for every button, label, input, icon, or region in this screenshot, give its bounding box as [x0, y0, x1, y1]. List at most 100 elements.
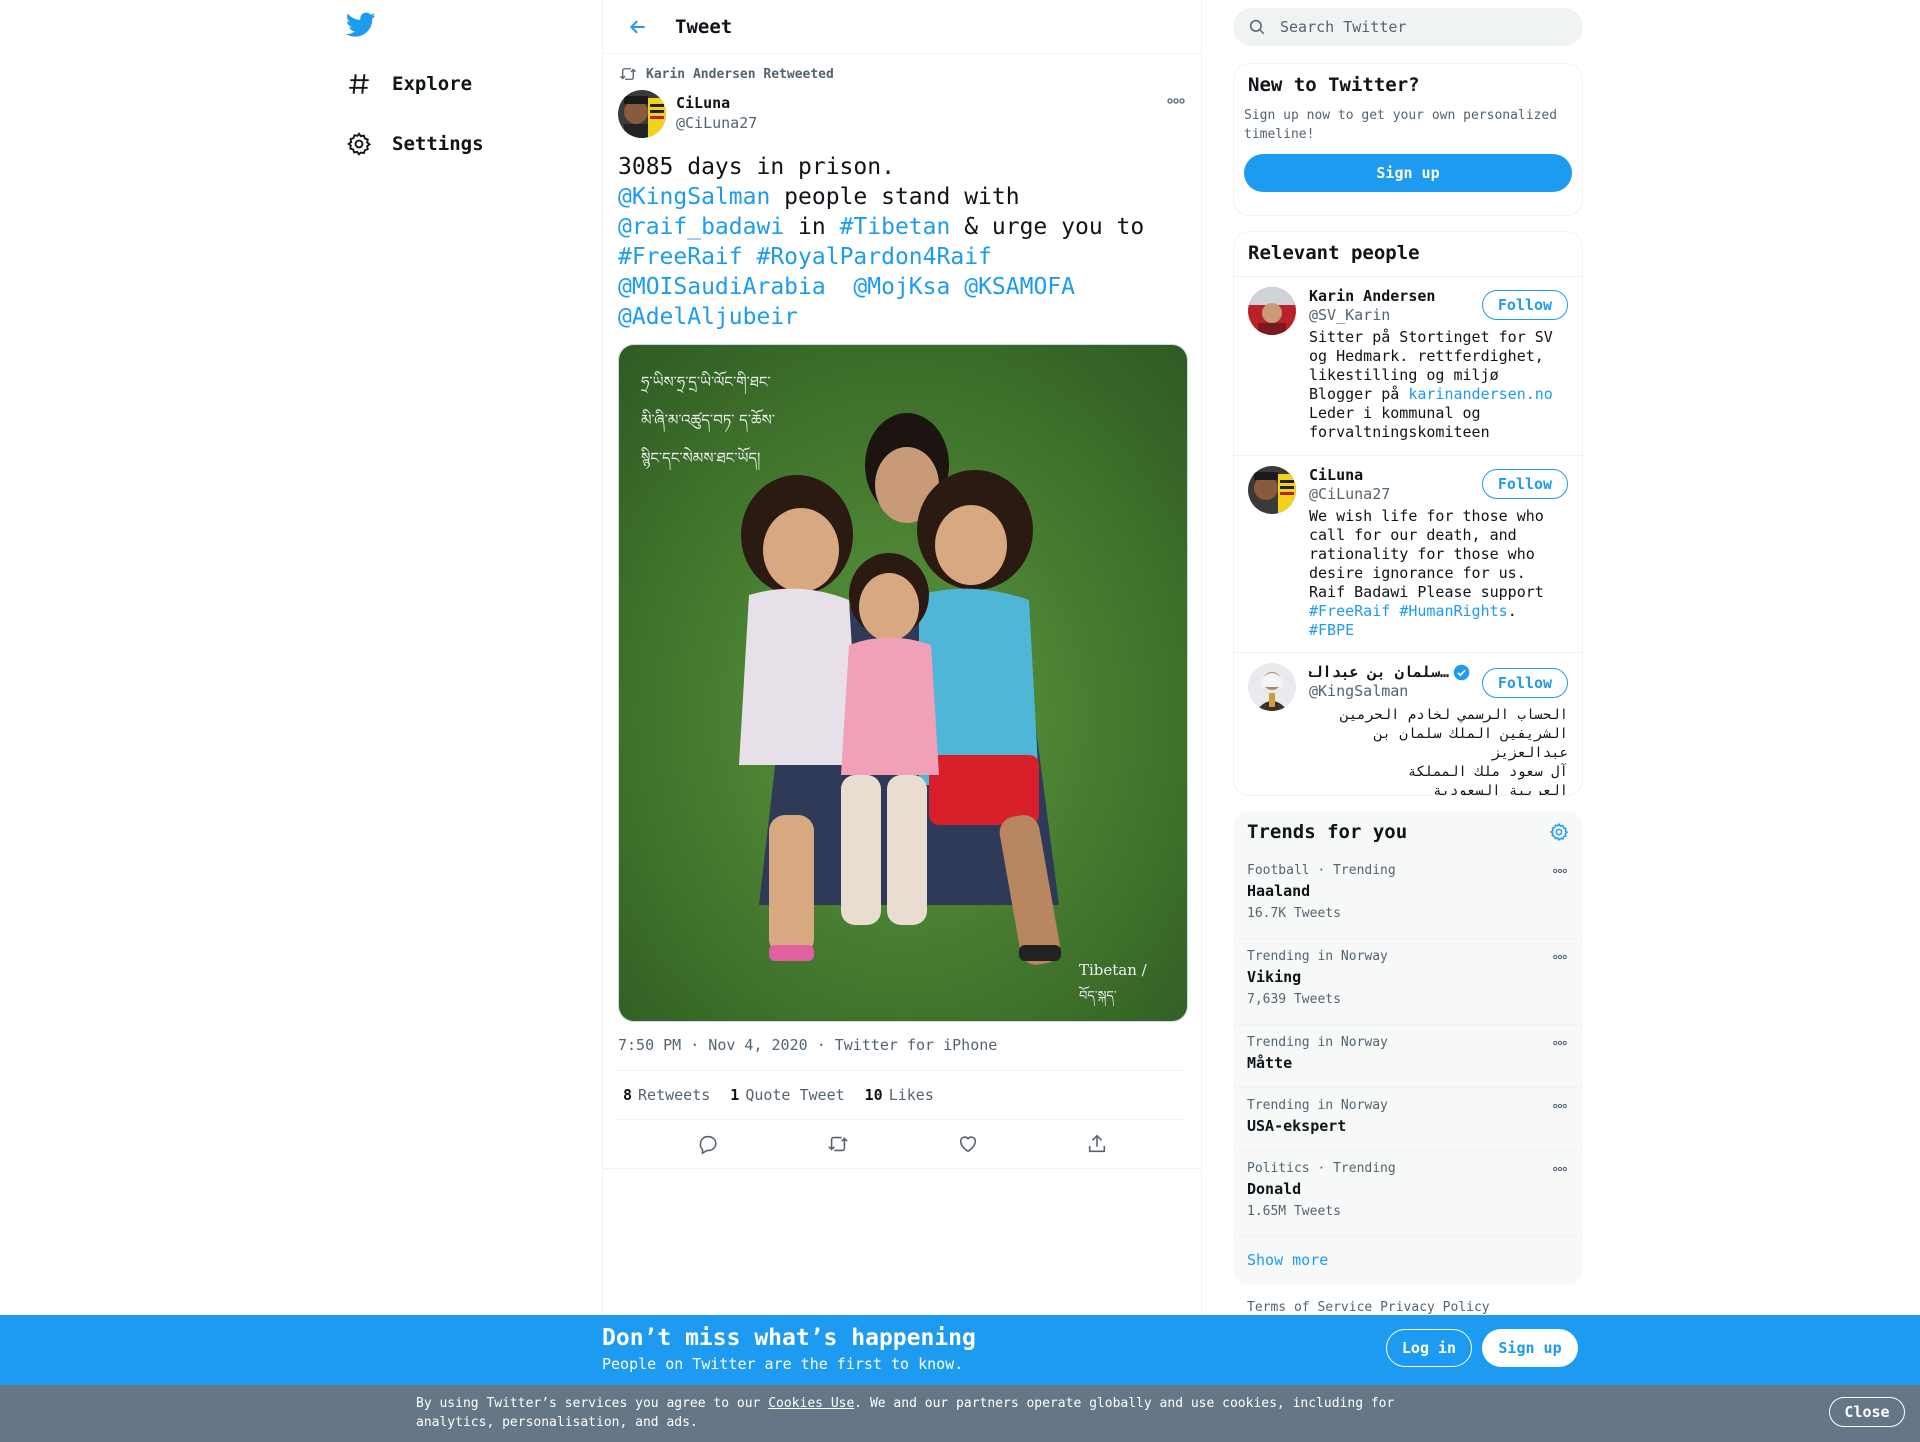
cookies-use-link[interactable]: Cookies Use: [768, 1396, 854, 1411]
tweet-link[interactable]: @KSAMOFA: [964, 274, 1075, 300]
tweet-source[interactable]: Twitter for iPhone: [835, 1036, 998, 1054]
person-card[interactable]: …سلمان بن عبدالعزيز @KingSalman الحساب ا…: [1234, 653, 1582, 796]
search-icon: [1248, 18, 1266, 36]
cookie-banner: By using Twitter’s services you agree to…: [0, 1385, 1920, 1442]
tweet-text: [950, 274, 964, 300]
tweet-timestamp[interactable]: 7:50 PM · Nov 4, 2020: [618, 1036, 808, 1054]
more-dots-icon[interactable]: [1551, 953, 1569, 961]
person-bio: We wish life for those who call for our …: [1309, 507, 1568, 640]
reply-icon[interactable]: [697, 1133, 719, 1155]
avatar[interactable]: [1248, 466, 1296, 514]
share-icon[interactable]: [1086, 1133, 1108, 1155]
retweet-context: Karin Andersen Retweeted: [618, 64, 1186, 84]
quote-tweets-stat[interactable]: 1 Quote Tweet: [730, 1086, 844, 1104]
search-bar[interactable]: [1233, 8, 1583, 46]
avatar[interactable]: [618, 90, 666, 138]
tweet-link[interactable]: #RoyalPardon4Raif: [756, 244, 991, 270]
person-name-text[interactable]: …سلمان بن عبدالعزيز: [1309, 663, 1449, 681]
follow-button[interactable]: Follow: [1482, 290, 1568, 320]
tweet-link[interactable]: #Tibetan: [840, 214, 951, 240]
avatar[interactable]: [1248, 663, 1296, 711]
like-heart-icon[interactable]: [957, 1133, 979, 1155]
signup-button[interactable]: Sign up: [1482, 1329, 1578, 1367]
tweet-link[interactable]: @MojKsa: [853, 274, 950, 300]
tweet-photo[interactable]: ཧྲ་ཡིས་ཧྲ་དྲ་ཡི་ལོང་གི་ཐང་ མི་ཞི་མ་འཚུད་…: [618, 344, 1188, 1022]
relevant-people-card: Relevant people Karin Andersen @SV_Karin…: [1233, 231, 1583, 796]
trends-settings-gear-icon[interactable]: [1549, 822, 1569, 842]
nav-settings-label: Settings: [392, 133, 484, 155]
tweet-link[interactable]: @AdelAljubeir: [618, 304, 798, 330]
image-watermark-1: Tibetan /: [1079, 961, 1148, 979]
new-to-twitter-card: New to Twitter? Sign up now to get your …: [1233, 63, 1583, 216]
trend-item[interactable]: Trending in Norway USA-ekspert: [1233, 1088, 1583, 1151]
cookie-close-button[interactable]: Close: [1829, 1397, 1905, 1427]
bio-text: [1390, 602, 1399, 620]
bio-link[interactable]: #FreeRaif: [1309, 602, 1390, 620]
more-options-button[interactable]: [1166, 96, 1186, 106]
trend-context: Trending in Norway: [1247, 949, 1388, 964]
trend-item[interactable]: Trending in Norway Måtte: [1233, 1025, 1583, 1088]
tweet-text: 3085 days in prison. @KingSalman people …: [618, 152, 1186, 332]
trend-name: Viking: [1247, 968, 1302, 986]
follow-button[interactable]: Follow: [1482, 668, 1568, 698]
search-input[interactable]: [1278, 17, 1562, 37]
person-bio: Sitter på Stortinget for SV og Hedmark. …: [1309, 328, 1568, 442]
relevant-people-title: Relevant people: [1234, 232, 1582, 277]
more-dots-icon[interactable]: [1551, 1039, 1569, 1047]
retweeted-by-label[interactable]: Karin Andersen Retweeted: [646, 67, 834, 82]
terms-link[interactable]: Terms of Service: [1247, 1300, 1372, 1315]
trend-context: Politics · Trending: [1247, 1161, 1396, 1176]
new-to-twitter-desc: Sign up now to get your own personalized…: [1244, 108, 1558, 142]
twitter-logo-icon[interactable]: [346, 12, 376, 38]
retweets-stat[interactable]: 8 Retweets: [623, 1086, 710, 1104]
avatar[interactable]: [1248, 287, 1296, 335]
more-dots-icon[interactable]: [1551, 867, 1569, 875]
tweet-link[interactable]: @KingSalman: [618, 184, 770, 210]
show-more-link[interactable]: Show more: [1233, 1237, 1583, 1283]
trends-card: Trends for you Football · Trending Haalan…: [1233, 811, 1583, 1285]
follow-button[interactable]: Follow: [1482, 469, 1568, 499]
main-header: Tweet: [603, 0, 1201, 54]
retweet-icon: [618, 65, 638, 83]
person-card[interactable]: CiLuna @CiLuna27 We wish life for those …: [1234, 456, 1582, 653]
nav-settings[interactable]: Settings: [346, 124, 484, 164]
nav-explore[interactable]: Explore: [346, 64, 472, 104]
tweet-link[interactable]: #FreeRaif: [618, 244, 743, 270]
back-arrow-icon: [629, 19, 645, 34]
trend-item[interactable]: Politics · Trending Donald 1.65M Tweets: [1233, 1151, 1583, 1237]
trend-name: Donald: [1247, 1180, 1302, 1198]
bio-line: العربية السعودية: [1433, 783, 1568, 796]
bio-line: آل سعود ملك المملكة: [1407, 764, 1568, 780]
trend-count: 16.7K Tweets: [1247, 906, 1341, 921]
tweet-author: CiLuna @CiLuna27: [618, 90, 1186, 138]
more-dots-icon[interactable]: [1551, 1165, 1569, 1173]
bio-link[interactable]: #HumanRights: [1399, 602, 1507, 620]
person-card[interactable]: Karin Andersen @SV_Karin Sitter på Stort…: [1234, 277, 1582, 456]
login-button[interactable]: Log in: [1386, 1329, 1472, 1367]
more-dots-icon[interactable]: [1551, 1102, 1569, 1110]
sidebar-signup-button[interactable]: Sign up: [1244, 154, 1572, 192]
back-button[interactable]: [623, 12, 653, 42]
tweet-text: [743, 244, 757, 270]
cookie-text-before: By using Twitter’s services you agree to…: [416, 1396, 769, 1411]
trend-context: Trending in Norway: [1247, 1098, 1388, 1113]
bio-link[interactable]: #FBPE: [1309, 621, 1354, 639]
page-title: Tweet: [675, 15, 733, 38]
trend-name: Haaland: [1247, 882, 1311, 900]
person-bio: الحساب الرسمي لخادم الحرمين الشريفين الم…: [1309, 706, 1568, 796]
image-watermark-2: བོད་སྐད་: [1078, 985, 1116, 1007]
tweet-text: [826, 274, 854, 300]
trend-item[interactable]: Trending in Norway Viking 7,639 Tweets: [1233, 939, 1583, 1025]
likes-stat[interactable]: 10 Likes: [865, 1086, 934, 1104]
trend-name: USA-ekspert: [1247, 1117, 1347, 1135]
retweet-icon[interactable]: [826, 1133, 850, 1155]
author-name[interactable]: CiLuna: [676, 94, 757, 112]
author-handle[interactable]: @CiLuna27: [676, 114, 757, 132]
trend-count: 1.65M Tweets: [1247, 1204, 1341, 1219]
trend-context: Football · Trending: [1247, 863, 1396, 878]
tweet-link[interactable]: @raif_badawi: [618, 214, 784, 240]
privacy-link[interactable]: Privacy Policy: [1380, 1300, 1490, 1315]
tweet-link[interactable]: @MOISaudiArabia: [618, 274, 826, 300]
trend-item[interactable]: Football · Trending Haaland 16.7K Tweets: [1233, 853, 1583, 939]
bio-link[interactable]: karinandersen.no: [1408, 385, 1553, 403]
